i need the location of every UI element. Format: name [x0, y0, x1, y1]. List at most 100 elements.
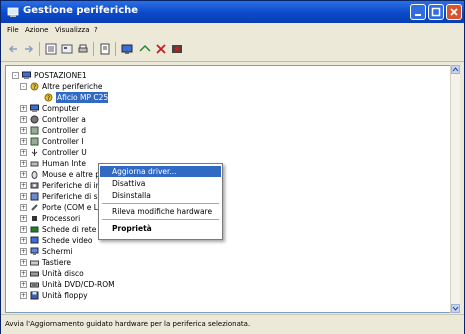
expand-icon[interactable]: + — [20, 292, 27, 299]
toolbar — [1, 38, 464, 62]
expand-icon[interactable]: + — [20, 215, 27, 222]
tree-item-label: Tastiere — [42, 258, 72, 267]
menu-bar: File Azione Visualizza ? — [1, 23, 464, 39]
expand-icon[interactable]: + — [20, 193, 27, 200]
menu-item-aggiorna-driver[interactable]: Aggiorna driver... — [100, 166, 221, 177]
expand-icon[interactable]: + — [20, 182, 27, 189]
expand-icon[interactable]: + — [20, 281, 27, 288]
collapse-icon[interactable]: - — [12, 72, 19, 79]
tree-item-label: Unità floppy — [42, 291, 88, 300]
tree-item-label: Controller d — [42, 126, 87, 135]
expand-icon[interactable]: + — [20, 116, 27, 123]
window-title: Gestione periferiche — [23, 5, 139, 16]
unknown-device-icon: ? — [44, 93, 53, 102]
vertical-scrollbar[interactable] — [450, 65, 460, 313]
expand-icon[interactable]: + — [20, 160, 27, 167]
toolbar-separator — [115, 42, 116, 56]
close-button[interactable] — [446, 4, 462, 20]
view-icon[interactable] — [45, 43, 57, 55]
minimize-button[interactable] — [410, 4, 426, 20]
maximize-icon — [431, 7, 441, 17]
tree-item-label: Processori — [42, 214, 81, 223]
disable-icon[interactable] — [171, 43, 183, 55]
expand-icon[interactable]: + — [20, 171, 27, 178]
expand-icon[interactable]: + — [20, 237, 27, 244]
context-menu: Aggiorna driver... Disattiva Disinstalla… — [98, 163, 223, 240]
menu-item-label: Disinstalla — [112, 191, 151, 200]
display-adapter-icon — [30, 236, 39, 244]
menu-item-disinstalla[interactable]: Disinstalla — [100, 190, 221, 201]
expand-icon[interactable]: + — [20, 248, 27, 255]
close-icon — [450, 8, 458, 16]
menu-visualizza[interactable]: Visualizza — [55, 26, 89, 34]
maximize-button[interactable] — [428, 4, 444, 20]
scroll-up-button[interactable] — [451, 65, 460, 74]
network-icon — [30, 226, 39, 233]
menu-file[interactable]: File — [7, 26, 19, 34]
forward-icon[interactable] — [23, 43, 35, 55]
floppy-icon — [30, 291, 39, 300]
expand-icon[interactable]: + — [20, 138, 27, 145]
collapse-icon[interactable]: - — [20, 83, 27, 90]
menu-item-label: Rileva modifiche hardware — [112, 207, 213, 216]
tree-item-label: Unità DVD/CD-ROM — [42, 280, 115, 289]
minimize-icon — [415, 14, 421, 16]
menu-separator — [102, 219, 219, 220]
expand-icon[interactable]: + — [20, 259, 27, 266]
uninstall-icon[interactable] — [155, 43, 167, 55]
print-icon[interactable] — [77, 43, 89, 55]
hid-icon — [30, 161, 39, 167]
tree-item-label: Schermi — [42, 247, 73, 256]
update-driver-icon[interactable] — [139, 43, 151, 55]
chevron-down-icon — [452, 306, 459, 311]
device-tree[interactable]: - POSTAZIONE1 - ? Altre periferiche ? Af… — [5, 65, 459, 313]
tree-item-label: Aficio MP C2500 — [56, 92, 108, 103]
tree-item-label: Controller I — [42, 137, 84, 146]
expand-icon[interactable]: + — [20, 226, 27, 233]
scan-hardware-icon[interactable] — [121, 43, 133, 55]
expand-icon[interactable]: + — [20, 105, 27, 112]
processor-icon — [32, 216, 37, 221]
chevron-up-icon — [452, 67, 459, 72]
keyboard-icon — [30, 260, 39, 266]
tree-item-label: Unità disco — [42, 269, 84, 278]
toolbar-separator — [93, 42, 94, 56]
expand-icon[interactable]: + — [20, 127, 27, 134]
computer-icon — [30, 104, 39, 112]
dvd-icon — [30, 282, 39, 288]
expand-icon[interactable]: + — [20, 204, 27, 211]
status-bar: Avvia l'Aggiornamento guidato hardware p… — [1, 314, 464, 334]
menu-item-proprieta[interactable]: Proprietà — [100, 223, 221, 234]
tree-item-label: Schede di rete — [42, 225, 97, 234]
status-text: Avvia l'Aggiornamento guidato hardware p… — [5, 320, 251, 328]
device-manager-icon — [7, 7, 19, 17]
tree-item-label: Schede video — [42, 236, 93, 245]
menu-azione[interactable]: Azione — [25, 26, 48, 34]
other-devices-icon: ? — [30, 82, 39, 91]
menu-item-label: Proprietà — [112, 224, 152, 233]
menu-help[interactable]: ? — [94, 26, 98, 34]
controller-icon — [30, 115, 39, 124]
controller-icon — [30, 137, 39, 146]
menu-item-disattiva[interactable]: Disattiva — [100, 178, 221, 189]
controller-icon — [30, 126, 39, 135]
title-bar[interactable]: Gestione periferiche — [1, 1, 464, 23]
tree-item-label: Altre periferiche — [42, 82, 103, 91]
menu-separator — [102, 203, 219, 204]
port-icon — [31, 204, 38, 211]
scroll-down-button[interactable] — [451, 304, 460, 313]
svg-text:?: ? — [47, 95, 50, 102]
tree-root-label: POSTAZIONE1 — [34, 71, 87, 80]
expand-icon[interactable]: + — [20, 270, 27, 277]
properties-icon[interactable] — [61, 43, 73, 55]
back-icon[interactable] — [7, 43, 19, 55]
tree-item-label: Controller a — [42, 115, 86, 124]
mouse-icon — [31, 171, 38, 179]
toolbar-separator — [39, 42, 40, 56]
device-manager-window: Gestione periferiche File Azione Visuali… — [0, 0, 465, 334]
menu-item-rileva-modifiche[interactable]: Rileva modifiche hardware — [100, 206, 221, 217]
tree-item-label: Human Inte — [42, 159, 86, 168]
tree-item-label: Controller U — [42, 148, 87, 157]
help-icon[interactable] — [99, 43, 111, 55]
expand-icon[interactable]: + — [20, 149, 27, 156]
